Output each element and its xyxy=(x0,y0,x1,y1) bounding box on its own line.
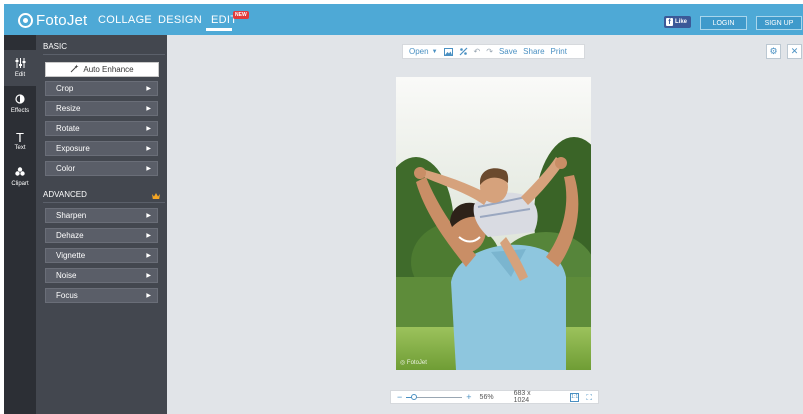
noise-label: Noise xyxy=(56,271,77,280)
exposure-button[interactable]: Exposure ▶ xyxy=(45,141,158,156)
chevron-right-icon: ▶ xyxy=(146,106,151,112)
zoom-slider-handle[interactable] xyxy=(411,393,418,400)
tool-rail: Edit Effects T Text Clipart xyxy=(4,35,36,414)
advanced-divider xyxy=(43,202,165,203)
crop-label: Crop xyxy=(56,84,74,93)
sharpen-label: Sharpen xyxy=(56,211,87,220)
rail-label-edit: Edit xyxy=(14,72,26,78)
zoom-in-button[interactable]: + xyxy=(466,392,471,402)
save-button[interactable]: Save xyxy=(499,47,517,56)
chevron-right-icon: ▶ xyxy=(146,293,151,299)
dehaze-button[interactable]: Dehaze ▶ xyxy=(45,228,158,243)
close-icon: ✕ xyxy=(790,46,799,56)
magic-wand-icon xyxy=(70,64,79,75)
rail-item-clipart[interactable]: Clipart xyxy=(4,159,36,195)
chevron-right-icon: ▶ xyxy=(146,273,151,279)
focus-button[interactable]: Focus ▶ xyxy=(45,288,158,303)
basic-section-title: BASIC xyxy=(43,42,68,51)
focus-label: Focus xyxy=(56,291,78,300)
chevron-down-icon: ▼ xyxy=(431,48,438,55)
facebook-icon: f xyxy=(666,18,673,26)
zoom-slider[interactable] xyxy=(406,393,463,400)
chevron-right-icon: ▶ xyxy=(146,233,151,239)
effects-icon xyxy=(15,94,25,107)
vignette-button[interactable]: Vignette ▶ xyxy=(45,248,158,263)
exposure-label: Exposure xyxy=(56,144,90,153)
rotate-label: Rotate xyxy=(56,124,80,133)
open-label: Open xyxy=(409,47,429,56)
crown-icon xyxy=(152,193,160,199)
resize-label: Resize xyxy=(56,104,81,113)
nav-design[interactable]: DESIGN xyxy=(158,14,202,26)
color-button[interactable]: Color ▶ xyxy=(45,161,158,176)
rail-item-text[interactable]: T Text xyxy=(4,123,36,159)
rail-label-clipart: Clipart xyxy=(11,181,29,187)
actual-size-icon[interactable]: 1:1 xyxy=(569,392,580,402)
zoom-percent: 56% xyxy=(479,393,494,401)
zoom-out-button[interactable]: − xyxy=(397,392,402,402)
logo-text: FotoJet xyxy=(36,11,88,29)
editor-canvas: Open ▼ ↶ ↷ Save Share Print ⚙ ✕ ◎ FotoJe… xyxy=(167,35,803,414)
image-icon[interactable] xyxy=(443,47,453,56)
sharpen-button[interactable]: Sharpen ▶ xyxy=(45,208,158,223)
edit-toolbar: Open ▼ ↶ ↷ Save Share Print xyxy=(402,44,585,59)
signup-button[interactable]: SIGN UP xyxy=(756,16,802,30)
vignette-label: Vignette xyxy=(56,251,86,260)
login-button[interactable]: LOGIN xyxy=(700,16,747,30)
color-label: Color xyxy=(56,164,76,173)
facebook-like-button[interactable]: f Like xyxy=(664,16,691,28)
zoom-bar: − + 56% 683 x 1024 1:1 ⛶ xyxy=(390,390,599,404)
crop-button[interactable]: Crop ▶ xyxy=(45,81,158,96)
gear-icon: ⚙ xyxy=(769,46,778,56)
facebook-like-label: Like xyxy=(675,19,688,25)
print-button[interactable]: Print xyxy=(551,47,567,56)
dehaze-label: Dehaze xyxy=(56,231,84,240)
fit-screen-icon[interactable]: ⛶ xyxy=(586,393,592,402)
text-icon: T xyxy=(16,129,24,145)
rail-label-effects: Effects xyxy=(10,108,30,114)
auto-enhance-button[interactable]: Auto Enhance xyxy=(45,62,159,77)
noise-button[interactable]: Noise ▶ xyxy=(45,268,158,283)
nav-collage[interactable]: COLLAGE xyxy=(98,14,152,26)
close-button[interactable]: ✕ xyxy=(787,44,802,59)
chevron-right-icon: ▶ xyxy=(146,213,151,219)
chevron-right-icon: ▶ xyxy=(146,253,151,259)
chevron-right-icon: ▶ xyxy=(146,166,151,172)
rotate-button[interactable]: Rotate ▶ xyxy=(45,121,158,136)
resize-button[interactable]: Resize ▶ xyxy=(45,101,158,116)
sliders-icon xyxy=(15,58,26,71)
open-button[interactable]: Open ▼ xyxy=(409,47,438,56)
nav-active-indicator xyxy=(206,28,232,31)
auto-enhance-label: Auto Enhance xyxy=(83,65,134,74)
rail-item-effects[interactable]: Effects xyxy=(4,86,36,122)
redo-icon[interactable]: ↷ xyxy=(486,47,493,56)
undo-icon[interactable]: ↶ xyxy=(474,47,481,56)
image-dimensions: 683 x 1024 xyxy=(513,390,531,404)
new-badge: NEW xyxy=(233,11,249,19)
compare-icon[interactable] xyxy=(459,47,468,56)
clipart-icon xyxy=(15,167,25,180)
chevron-right-icon: ▶ xyxy=(146,86,151,92)
basic-divider xyxy=(43,54,165,55)
share-button[interactable]: Share xyxy=(523,47,544,56)
chevron-right-icon: ▶ xyxy=(146,126,151,132)
edit-panel: BASIC Auto Enhance Crop ▶ Resize ▶ Rotate ▶… xyxy=(36,35,167,414)
photo-watermark-logo: ◎ FotoJet xyxy=(400,360,427,366)
settings-button[interactable]: ⚙ xyxy=(766,44,781,59)
logo-mark-icon xyxy=(18,12,33,28)
photo-illustration xyxy=(396,77,591,370)
rail-item-edit[interactable]: Edit xyxy=(4,50,36,86)
rail-label-text: Text xyxy=(14,144,26,151)
edited-photo: ◎ FotoJet xyxy=(396,77,591,370)
advanced-section-title: ADVANCED xyxy=(43,190,87,199)
fotojet-logo[interactable]: FotoJet xyxy=(18,10,87,30)
top-navbar: FotoJet COLLAGE DESIGN EDIT NEW f Like L… xyxy=(4,4,803,35)
chevron-right-icon: ▶ xyxy=(146,146,151,152)
